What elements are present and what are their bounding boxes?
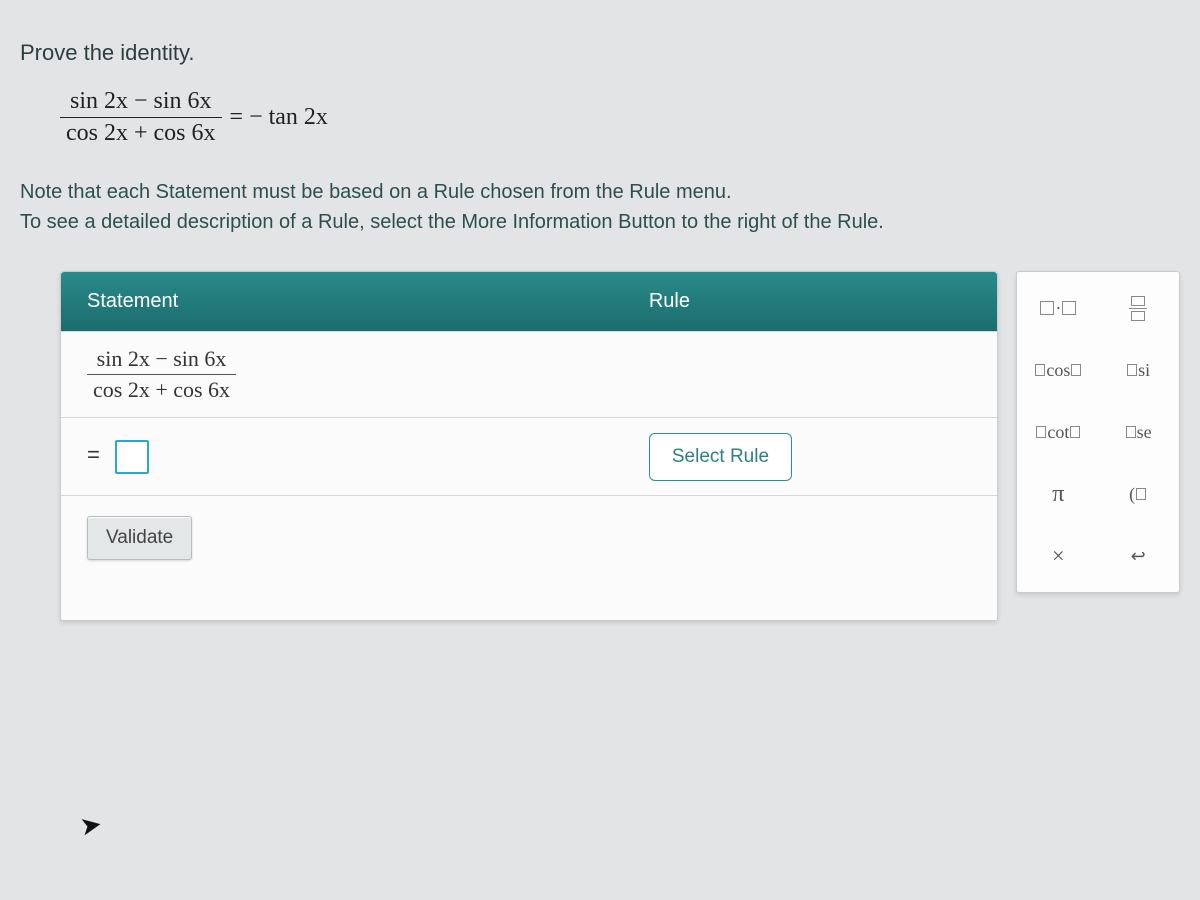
table-row: sin 2x − sin 6x cos 2x + cos 6x <box>61 331 997 417</box>
sec-label: se <box>1137 422 1152 443</box>
statement-1-denominator: cos 2x + cos 6x <box>87 374 236 403</box>
proof-table: Statement Rule sin 2x − sin 6x cos 2x + … <box>60 271 998 621</box>
tool-clear[interactable]: × <box>1026 534 1090 578</box>
proof-table-header: Statement Rule <box>61 272 997 331</box>
prompt-title: Prove the identity. <box>20 40 1180 66</box>
cursor-icon: ➤ <box>77 808 104 842</box>
identity-numerator: sin 2x − sin 6x <box>64 88 218 117</box>
identity-fraction: sin 2x − sin 6x cos 2x + cos 6x <box>60 88 222 147</box>
close-icon: × <box>1052 543 1064 569</box>
pi-icon: π <box>1052 481 1064 508</box>
cot-label: cot <box>1047 422 1069 443</box>
table-row: = Select Rule <box>61 417 997 495</box>
select-rule-button[interactable]: Select Rule <box>649 433 792 481</box>
identity-rhs: = − tan 2x <box>230 104 328 131</box>
sin-label: si <box>1138 360 1150 381</box>
rule-cell-1 <box>623 361 998 389</box>
identity-denominator: cos 2x + cos 6x <box>60 117 222 147</box>
column-header-rule: Rule <box>623 272 998 331</box>
expression-input[interactable] <box>115 440 149 474</box>
tool-sec[interactable]: se <box>1106 410 1170 454</box>
tool-fraction[interactable] <box>1106 286 1170 330</box>
identity-equation: sin 2x − sin 6x cos 2x + cos 6x = − tan … <box>60 88 1180 147</box>
math-toolbox: · cos si cot se π ( <box>1016 271 1180 593</box>
fraction-icon <box>1129 296 1147 321</box>
cos-label: cos <box>1046 360 1070 381</box>
statement-cell-1: sin 2x − sin 6x cos 2x + cos 6x <box>61 332 623 417</box>
statement-1-numerator: sin 2x − sin 6x <box>91 346 233 374</box>
tool-pi[interactable]: π <box>1026 472 1090 516</box>
validate-row: Validate <box>61 495 997 620</box>
rule-cell-2: Select Rule <box>623 419 998 495</box>
statement-cell-2: = <box>61 426 623 488</box>
tool-sin[interactable]: si <box>1106 348 1170 392</box>
tool-cot[interactable]: cot <box>1026 410 1090 454</box>
column-header-statement: Statement <box>61 272 623 331</box>
paren-icon: ( <box>1129 484 1135 505</box>
dot-icon: · <box>1055 298 1061 319</box>
undo-icon: ↩ <box>1131 546 1146 567</box>
tool-paren[interactable]: ( <box>1106 472 1170 516</box>
tool-cos[interactable]: cos <box>1026 348 1090 392</box>
validate-button[interactable]: Validate <box>87 516 192 560</box>
instruction-note: Note that each Statement must be based o… <box>20 177 1180 237</box>
note-line-1: Note that each Statement must be based o… <box>20 181 732 203</box>
tool-multiply-placeholder[interactable]: · <box>1026 286 1090 330</box>
tool-undo[interactable]: ↩ <box>1106 534 1170 578</box>
note-line-2: To see a detailed description of a Rule,… <box>20 211 884 233</box>
statement-1-fraction: sin 2x − sin 6x cos 2x + cos 6x <box>87 346 236 403</box>
equals-sign: = <box>87 442 100 467</box>
